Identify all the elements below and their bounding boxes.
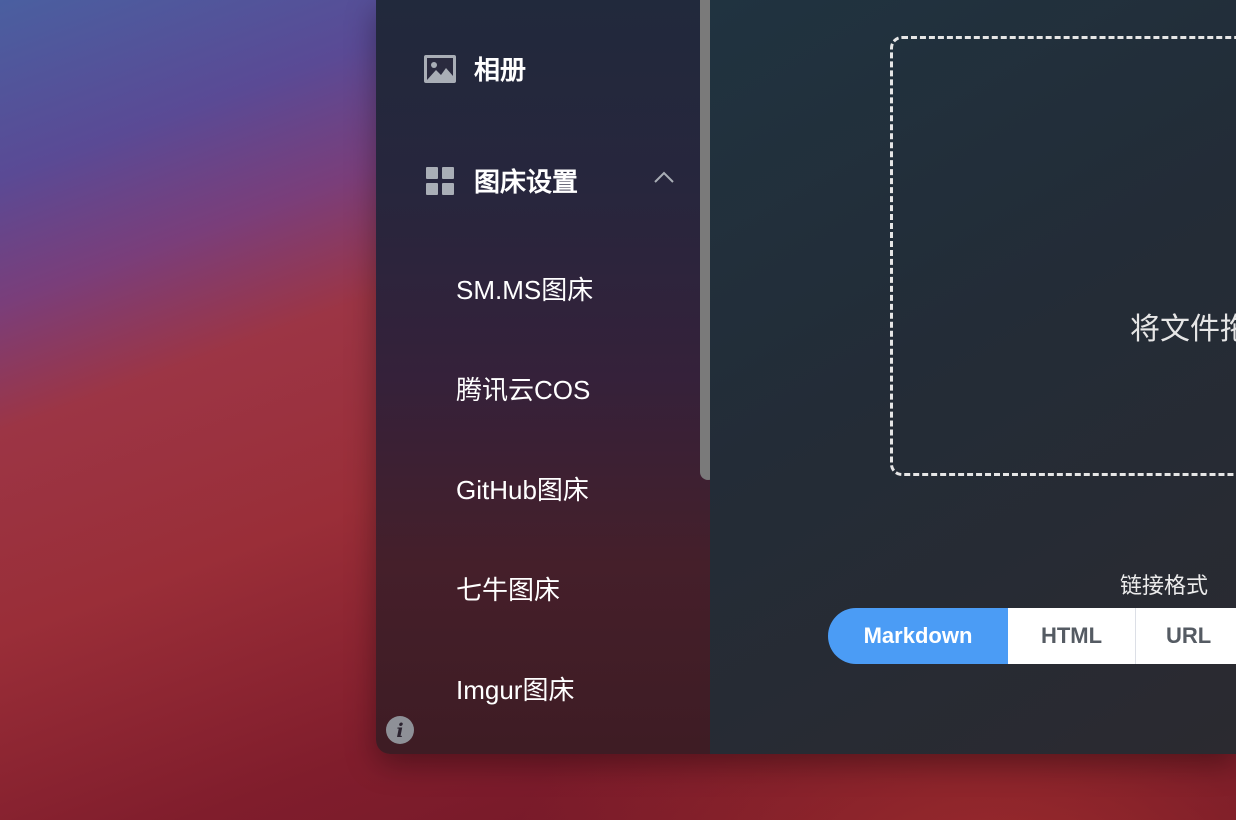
submenu-item-github[interactable]: GitHub图床 bbox=[456, 470, 589, 507]
dropzone-text: 将文件拖 bbox=[1130, 313, 1236, 346]
image-icon bbox=[424, 53, 456, 85]
sidebar: 相册 图床设置 SM.MS图床 腾讯云COS GitHub图床 七牛图床 Img… bbox=[376, 0, 716, 754]
sidebar-item-album[interactable]: 相册 bbox=[424, 50, 526, 87]
sidebar-item-image-host-settings[interactable]: 图床设置 bbox=[424, 162, 578, 199]
link-format-label: 链接格式 bbox=[1120, 573, 1209, 598]
format-markdown-button[interactable]: Markdown bbox=[828, 608, 1008, 664]
main-panel: 将文件拖 链接格式 Markdown HTML URL bbox=[710, 0, 1236, 754]
grid-icon bbox=[424, 165, 456, 197]
format-url-button[interactable]: URL bbox=[1136, 608, 1236, 664]
format-html-button[interactable]: HTML bbox=[1008, 608, 1136, 664]
chevron-up-icon[interactable] bbox=[652, 168, 676, 186]
info-icon[interactable]: i bbox=[386, 716, 414, 744]
sidebar-item-label: 图床设置 bbox=[474, 167, 579, 197]
submenu-item-smms[interactable]: SM.MS图床 bbox=[456, 270, 593, 307]
submenu-item-imgur[interactable]: Imgur图床 bbox=[456, 670, 574, 707]
submenu-item-qiniu[interactable]: 七牛图床 bbox=[456, 570, 560, 607]
app-window: 相册 图床设置 SM.MS图床 腾讯云COS GitHub图床 七牛图床 Img… bbox=[376, 0, 1236, 754]
submenu-item-tencent-cos[interactable]: 腾讯云COS bbox=[456, 370, 590, 407]
svg-text:i: i bbox=[396, 720, 403, 742]
sidebar-item-label: 相册 bbox=[474, 55, 527, 85]
upload-dropzone[interactable] bbox=[890, 36, 1236, 476]
